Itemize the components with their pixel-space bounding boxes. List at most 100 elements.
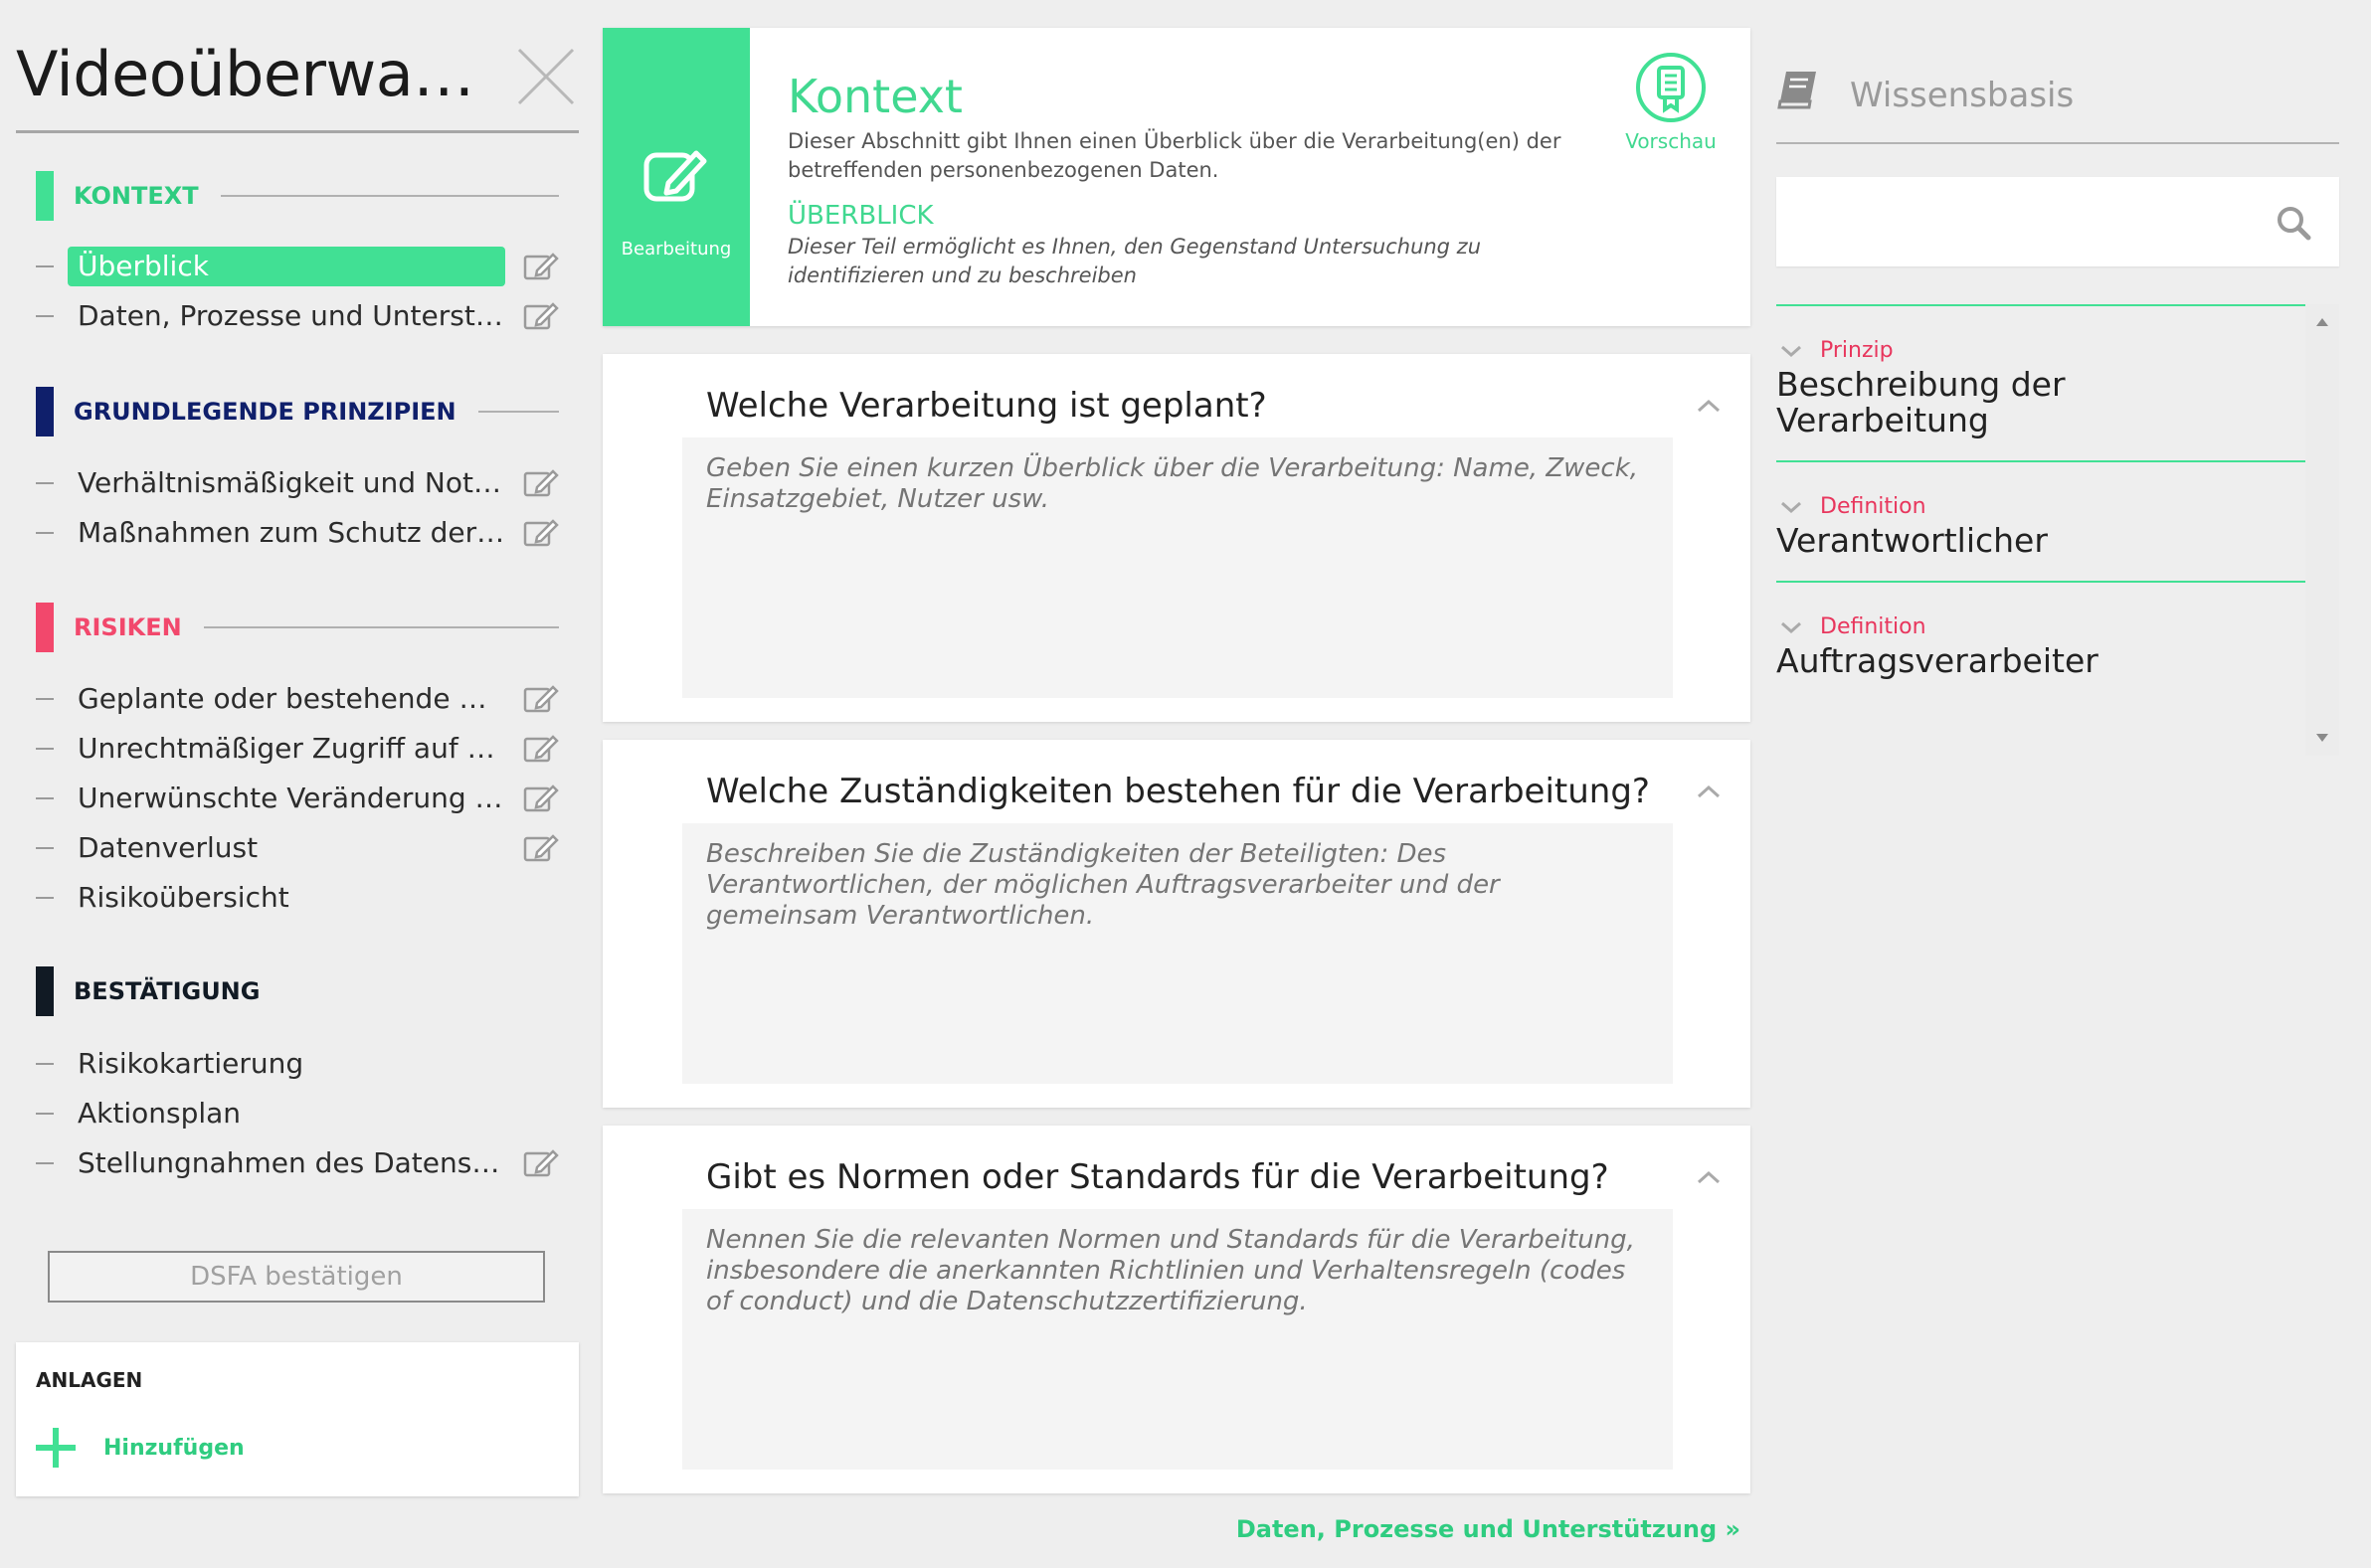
pencil-square-icon: [643, 150, 707, 202]
nav-dash: [36, 748, 54, 750]
answer-textarea[interactable]: [682, 1209, 1673, 1470]
edit-mode-button[interactable]: Bearbeitung: [603, 28, 750, 326]
preview-button[interactable]: Vorschau: [1615, 52, 1727, 153]
nav-item-label: Unerwünschte Veränderung von Daten: [78, 782, 505, 814]
nav-item-label: Geplante oder bestehende Maßnahmen: [78, 682, 505, 715]
chevron-up-icon[interactable]: [1697, 398, 1721, 413]
kb-item[interactable]: Definition Verantwortlicher: [1776, 460, 2305, 581]
section-title: Kontext: [788, 70, 963, 123]
section-risiken: RISIKEN: [36, 603, 559, 652]
edit-mode-label: Bearbeitung: [621, 239, 732, 260]
document-title: Videoüberwachung: [16, 38, 483, 110]
answer-textarea[interactable]: [682, 437, 1673, 698]
attachments-panel: ANLAGEN Hinzufügen: [16, 1342, 579, 1496]
nav-dash: [36, 698, 54, 700]
question-title: Welche Zuständigkeiten bestehen für die …: [706, 772, 1650, 811]
section-divider: [203, 626, 559, 628]
plus-icon: [36, 1428, 76, 1468]
knowledge-base-list: Prinzip Beschreibung der Verarbeitung De…: [1776, 304, 2305, 756]
nav-item-daten[interactable]: Daten, Prozesse und Unterstützung: [36, 296, 559, 336]
answer-textarea[interactable]: [682, 823, 1673, 1084]
validate-dsfa-button[interactable]: DSFA bestätigen: [48, 1251, 545, 1303]
chevron-down-icon: [1781, 621, 1801, 633]
chevron-up-icon[interactable]: [1697, 1169, 1721, 1184]
nav-dash: [36, 797, 54, 799]
section-header-card: Bearbeitung Kontext Dieser Abschnitt gib…: [603, 28, 1750, 326]
nav-item-risikouebersicht[interactable]: Risikoübersicht: [36, 878, 559, 918]
nav-item-massnahmen-schutz[interactable]: Maßnahmen zum Schutz der Personen: [36, 513, 559, 553]
kb-item-category: Definition: [1780, 614, 2305, 639]
title-divider: [16, 130, 579, 133]
nav-dash: [36, 265, 54, 267]
nav-item-unrechtmaessiger-zugriff[interactable]: Unrechtmäßiger Zugriff auf Daten: [36, 729, 559, 769]
section-color-bar: [36, 387, 54, 436]
nav-item-ueberblick[interactable]: Überblick: [36, 247, 559, 286]
subsection-title: ÜBERBLICK: [788, 201, 934, 231]
nav-item-label: Risikoübersicht: [78, 881, 289, 914]
section-label: KONTEXT: [74, 182, 199, 210]
edit-icon[interactable]: [523, 832, 559, 864]
question-title: Welche Verarbeitung ist geplant?: [706, 386, 1267, 426]
section-bestaetigung: BESTÄTIGUNG: [36, 966, 559, 1016]
knowledge-base-divider: [1776, 142, 2339, 144]
kb-item[interactable]: Definition Auftragsverarbeiter: [1776, 581, 2305, 701]
question-card-1: Welche Verarbeitung ist geplant?: [603, 354, 1750, 722]
scroll-up-icon[interactable]: [2316, 318, 2328, 326]
section-divider: [220, 195, 559, 197]
kb-item-name: Auftragsverarbeiter: [1776, 641, 2098, 680]
kb-item-name: Verantwortlicher: [1776, 521, 2048, 560]
nav-item-stellungnahmen[interactable]: Stellungnahmen des Datenschutzbeauftragt…: [36, 1143, 559, 1183]
edit-icon[interactable]: [523, 683, 559, 715]
section-divider: [477, 411, 559, 413]
kb-category-label: Definition: [1820, 614, 1926, 639]
edit-icon[interactable]: [523, 1147, 559, 1179]
close-icon[interactable]: [515, 46, 577, 107]
subsection-description: Dieser Teil ermöglicht es Ihnen, den Geg…: [788, 235, 1482, 287]
nav-item-label: Unrechtmäßiger Zugriff auf Daten: [78, 732, 505, 765]
kb-category-label: Prinzip: [1820, 338, 1894, 363]
question-card-2: Welche Zuständigkeiten bestehen für die …: [603, 740, 1750, 1108]
nav-item-label: Maßnahmen zum Schutz der Personen: [78, 516, 505, 549]
knowledge-base-title: Wissensbasis: [1850, 76, 2075, 115]
add-attachment-button[interactable]: Hinzufügen: [36, 1428, 245, 1468]
kb-item-category: Definition: [1780, 494, 2305, 519]
edit-icon[interactable]: [523, 517, 559, 549]
edit-icon[interactable]: [523, 251, 559, 282]
nav-item-verhaeltnismaessigkeit[interactable]: Verhältnismäßigkeit und Notwendigkeit: [36, 463, 559, 503]
nav-dash: [36, 532, 54, 534]
certificate-icon: [1636, 53, 1706, 122]
question-title: Gibt es Normen oder Standards für die Ve…: [706, 1157, 1609, 1197]
knowledge-base-scrollbar[interactable]: [2305, 304, 2339, 756]
search-input[interactable]: [1776, 177, 2244, 266]
nav-item-geplante-massnahmen[interactable]: Geplante oder bestehende Maßnahmen: [36, 679, 559, 719]
add-attachment-label: Hinzufügen: [103, 1435, 245, 1461]
nav-item-label: Daten, Prozesse und Unterstützung: [78, 299, 505, 332]
nav-item-risikokartierung[interactable]: Risikokartierung: [36, 1044, 559, 1084]
nav-item-label: Risikokartierung: [78, 1047, 304, 1080]
search-icon[interactable]: [2276, 205, 2311, 245]
sidebar: Videoüberwachung KONTEXT Überblick Daten…: [0, 0, 593, 1568]
section-label: GRUNDLEGENDE PRINZIPIEN: [74, 398, 456, 426]
scroll-down-icon[interactable]: [2316, 734, 2328, 742]
nav-dash: [36, 482, 54, 484]
kb-item[interactable]: Prinzip Beschreibung der Verarbeitung: [1776, 304, 2305, 460]
nav-item-datenverlust[interactable]: Datenverlust: [36, 828, 559, 868]
nav-item-aktionsplan[interactable]: Aktionsplan: [36, 1094, 559, 1133]
edit-icon[interactable]: [523, 783, 559, 814]
knowledge-base-search: [1776, 177, 2339, 266]
next-section-link[interactable]: Daten, Prozesse und Unterstützung »: [1236, 1515, 1740, 1543]
nav-dash: [36, 1113, 54, 1115]
edit-icon[interactable]: [523, 733, 559, 765]
nav-item-unerwuenschte-veraenderung[interactable]: Unerwünschte Veränderung von Daten: [36, 779, 559, 818]
chevron-down-icon: [1781, 345, 1801, 357]
nav-item-label: Datenverlust: [78, 831, 259, 864]
chevron-up-icon[interactable]: [1697, 784, 1721, 798]
nav-dash: [36, 847, 54, 849]
kb-item-name: Beschreibung der Verarbeitung: [1776, 365, 2066, 439]
edit-icon[interactable]: [523, 300, 559, 332]
preview-label: Vorschau: [1625, 129, 1717, 153]
question-card-3: Gibt es Normen oder Standards für die Ve…: [603, 1126, 1750, 1493]
edit-icon[interactable]: [523, 467, 559, 499]
section-label: RISIKEN: [74, 613, 182, 641]
nav-dash: [36, 315, 54, 317]
